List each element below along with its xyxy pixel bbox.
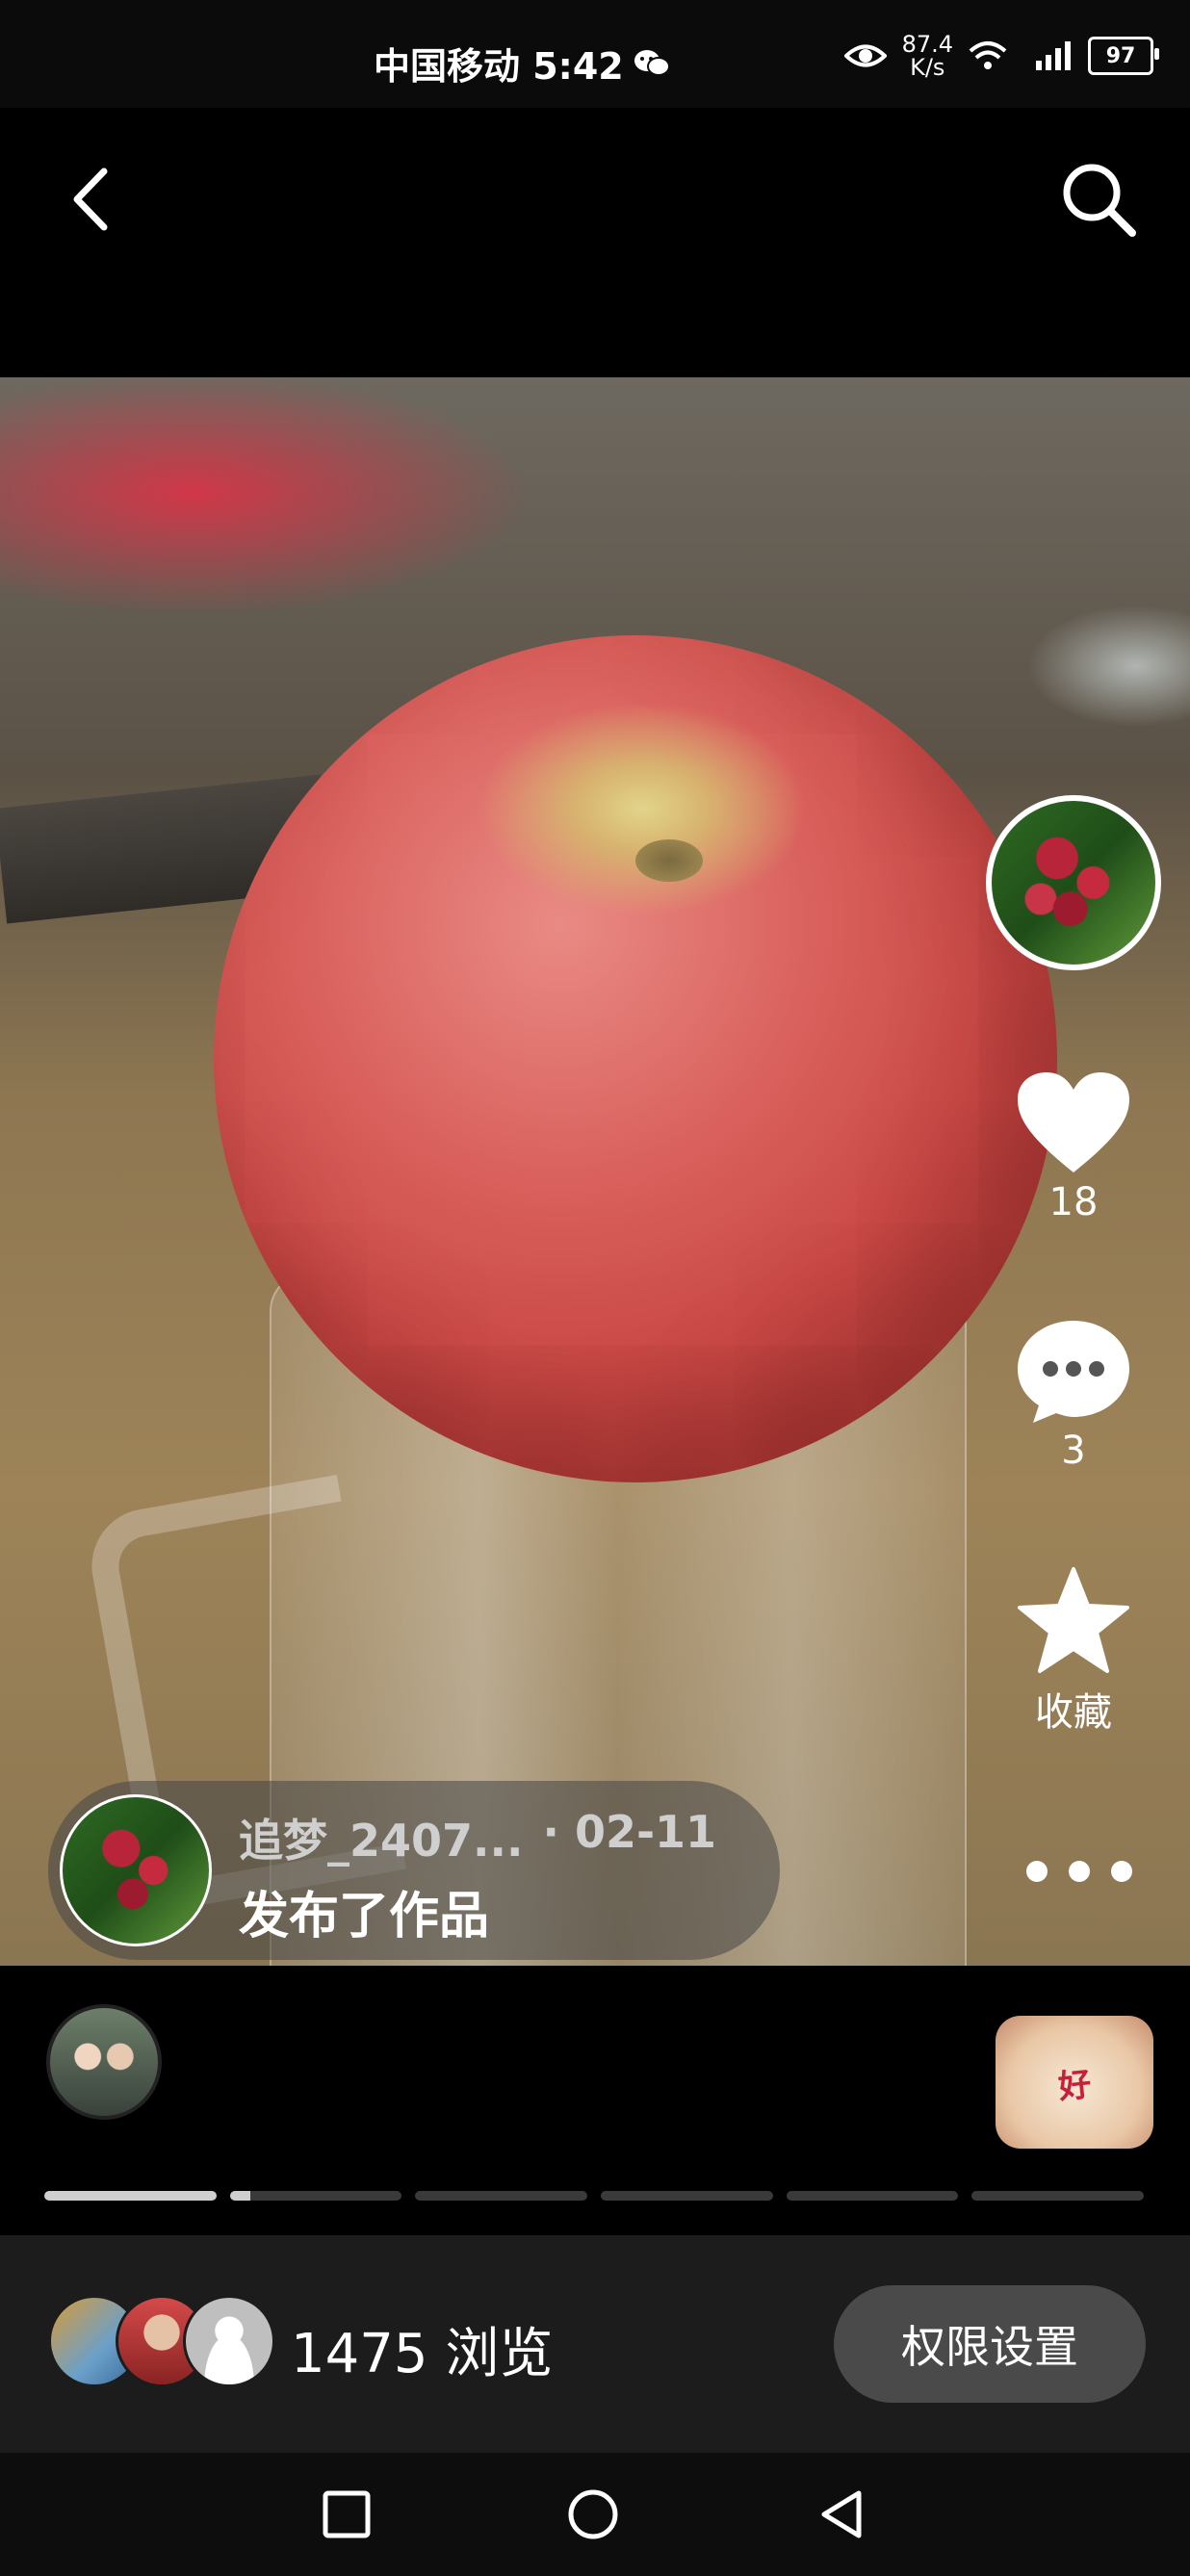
dot: [1026, 1861, 1048, 1882]
comment-button[interactable]: 3: [1001, 1317, 1146, 1473]
photo-apple: [214, 635, 1057, 1482]
wechat-icon: [634, 49, 670, 76]
dot: [1069, 1861, 1090, 1882]
progress-segment: [786, 2191, 959, 2201]
post-date: · 02-11: [542, 1806, 717, 1858]
collect-label: 收藏: [1035, 1690, 1112, 1735]
search-icon[interactable]: [1055, 156, 1142, 243]
heart-icon: [1018, 1072, 1129, 1172]
wifi-icon: [969, 41, 1007, 69]
previous-story-thumbnail[interactable]: [46, 2004, 162, 2120]
progress-segment: [44, 2191, 217, 2201]
next-story-thumbnail[interactable]: 好: [996, 2016, 1153, 2149]
photo-apple-stem: [635, 839, 703, 882]
battery-indicator: 97: [1088, 37, 1159, 75]
author-pill-avatar[interactable]: [60, 1794, 212, 1946]
comment-icon: [1018, 1321, 1129, 1423]
home-circle-icon[interactable]: [566, 2487, 620, 2541]
top-navigation: [0, 108, 1190, 377]
viewer-avatar-default[interactable]: [183, 2295, 275, 2387]
progress-segment: [601, 2191, 773, 2201]
collect-button[interactable]: 收藏: [1001, 1565, 1146, 1737]
post-action-text: 发布了作品: [239, 1888, 490, 1945]
views-bar: 1475 浏览 权限设置: [0, 2235, 1190, 2453]
network-speed-value: 87.4: [901, 31, 953, 58]
recents-square-icon[interactable]: [320, 2487, 374, 2541]
signal-icon: [1036, 41, 1071, 70]
network-speed-unit: K/s: [910, 54, 945, 81]
views-count[interactable]: 1475 浏览: [291, 2310, 553, 2388]
author-avatar[interactable]: [986, 795, 1161, 970]
progress-segment: [971, 2191, 1145, 2201]
permission-settings-button[interactable]: 权限设置: [834, 2285, 1146, 2403]
author-name: 追梦_2407...: [239, 1815, 524, 1867]
status-carrier-time: 中国移动 5:42: [374, 37, 670, 90]
status-right-icons: 87.4 K/s 97: [843, 33, 1159, 79]
system-navigation: [0, 2453, 1190, 2576]
comment-count: 3: [1061, 1429, 1086, 1473]
story-progress: [44, 2191, 1145, 2201]
carrier-time-text: 中国移动 5:42: [374, 45, 624, 88]
progress-fill: [229, 2191, 251, 2201]
next-thumbnail-text: 好: [1056, 2064, 1094, 2107]
back-triangle-icon[interactable]: [815, 2487, 868, 2541]
like-count: 18: [1048, 1180, 1099, 1224]
star-icon: [1018, 1567, 1129, 1673]
more-options-icon[interactable]: [1026, 1852, 1132, 1891]
eye-icon: [843, 44, 887, 67]
status-bar: 中国移动 5:42 87.4 K/s 97: [0, 0, 1190, 108]
progress-segment: [415, 2191, 588, 2201]
progress-segment-current: [229, 2191, 402, 2201]
network-speed: 87.4 K/s: [902, 33, 953, 79]
dot: [1111, 1861, 1132, 1882]
author-meta: 追梦_2407... · 02-11: [239, 1806, 716, 1869]
author-info[interactable]: 追梦_2407... · 02-11 发布了作品: [48, 1781, 780, 1960]
chevron-left-icon[interactable]: [58, 156, 125, 243]
like-button[interactable]: 18: [1001, 1069, 1146, 1224]
